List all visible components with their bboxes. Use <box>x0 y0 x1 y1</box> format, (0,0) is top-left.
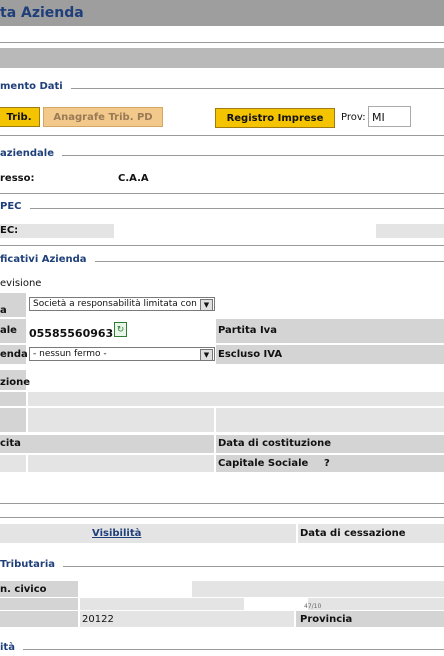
fermo-label: enda <box>0 349 28 360</box>
divider <box>0 135 444 136</box>
partial-text: 47/10 <box>304 603 322 610</box>
registro-imprese-button[interactable]: Registro Imprese <box>215 108 335 128</box>
divider <box>0 193 444 194</box>
cap-value: 20122 <box>82 614 114 625</box>
refresh-icon[interactable]: ↻ <box>114 322 127 337</box>
pec-side-cell <box>376 224 444 238</box>
cf-label: ale <box>0 325 17 336</box>
pec-label: EC: <box>0 225 19 236</box>
codice-fiscale-value: 05585560963 <box>29 327 114 340</box>
section-aziendale: aziendale <box>0 148 444 162</box>
capitale-help[interactable]: ? <box>324 458 330 469</box>
partita-iva-label: Partita Iva <box>218 325 277 336</box>
zione-label: zione <box>0 377 31 388</box>
indirizzo-value: C.A.A <box>118 173 149 184</box>
forma-giuridica-select[interactable]: Società a responsabilità limitata con s … <box>29 297 215 311</box>
visibilita-link[interactable]: Visibilità <box>92 528 141 539</box>
divider <box>0 42 444 43</box>
section-title: PEC <box>0 201 30 212</box>
title-bar: ta Azienda <box>0 0 444 26</box>
prov-input-value: MI <box>372 111 385 124</box>
section-identificativi-azienda: ficativi Azienda <box>0 254 444 268</box>
prov-label: Prov: <box>341 112 366 123</box>
forma-select-value: Società a responsabilità limitata con s <box>33 299 201 309</box>
row-cell <box>0 611 78 627</box>
civico-label: n. civico <box>0 584 47 595</box>
row-cell <box>192 581 444 597</box>
row-cell <box>0 408 26 432</box>
row-cell <box>308 598 444 610</box>
section-title: ità <box>0 642 23 653</box>
row-cell <box>80 598 244 610</box>
row-cell <box>28 408 214 432</box>
visibilita-cell <box>0 524 296 543</box>
divider <box>0 503 444 504</box>
chevron-down-icon: ▼ <box>200 299 213 311</box>
capitale-sociale-label: Capitale Sociale <box>218 458 309 469</box>
data-costituzione-label: Data di costituzione <box>218 438 332 449</box>
grey-bar <box>0 48 444 68</box>
provincia-label: Provincia <box>300 614 353 625</box>
row-cell <box>0 598 78 610</box>
row-cell <box>216 408 444 432</box>
section-sede-tributaria: Tributaria <box>0 559 444 573</box>
escluso-iva-label: Escluso IVA <box>218 349 283 360</box>
trib-button[interactable]: Trib. <box>0 107 40 127</box>
cita-label: cita <box>0 438 21 449</box>
chevron-down-icon: ▼ <box>200 349 213 361</box>
divider <box>0 517 444 518</box>
fermo-select[interactable]: - nessun fermo - ▼ <box>29 347 215 361</box>
cita-cell <box>0 435 214 453</box>
section-pec: PEC <box>0 201 444 215</box>
section-title: Tributaria <box>0 559 63 570</box>
row-cell <box>0 392 26 406</box>
forma-label: a <box>0 305 7 316</box>
row-cell <box>0 455 26 472</box>
prov-input[interactable]: MI <box>368 106 411 127</box>
section-title: aziendale <box>0 148 63 159</box>
section-last: ità <box>0 642 444 656</box>
anagrafe-trib-pd-button: Anagrafe Trib. PD <box>43 107 163 127</box>
section-aggiornamento-dati: mento Dati <box>0 81 444 95</box>
row-cell <box>28 392 444 406</box>
registro-button-label: Registro Imprese <box>226 112 324 124</box>
indirizzo-label: resso: <box>0 173 35 184</box>
row-cell <box>28 455 214 472</box>
section-title: mento Dati <box>0 81 71 92</box>
section-title: ficativi Azienda <box>0 254 95 265</box>
page-title: ta Azienda <box>0 5 84 21</box>
data-cessazione-label: Data di cessazione <box>300 528 406 539</box>
anagrafe-button-label: Anagrafe Trib. PD <box>53 111 153 123</box>
revisione-label: evisione <box>0 278 42 289</box>
trib-button-label: Trib. <box>6 111 32 123</box>
fermo-select-value: - nessun fermo - <box>33 349 107 359</box>
divider <box>0 245 444 246</box>
